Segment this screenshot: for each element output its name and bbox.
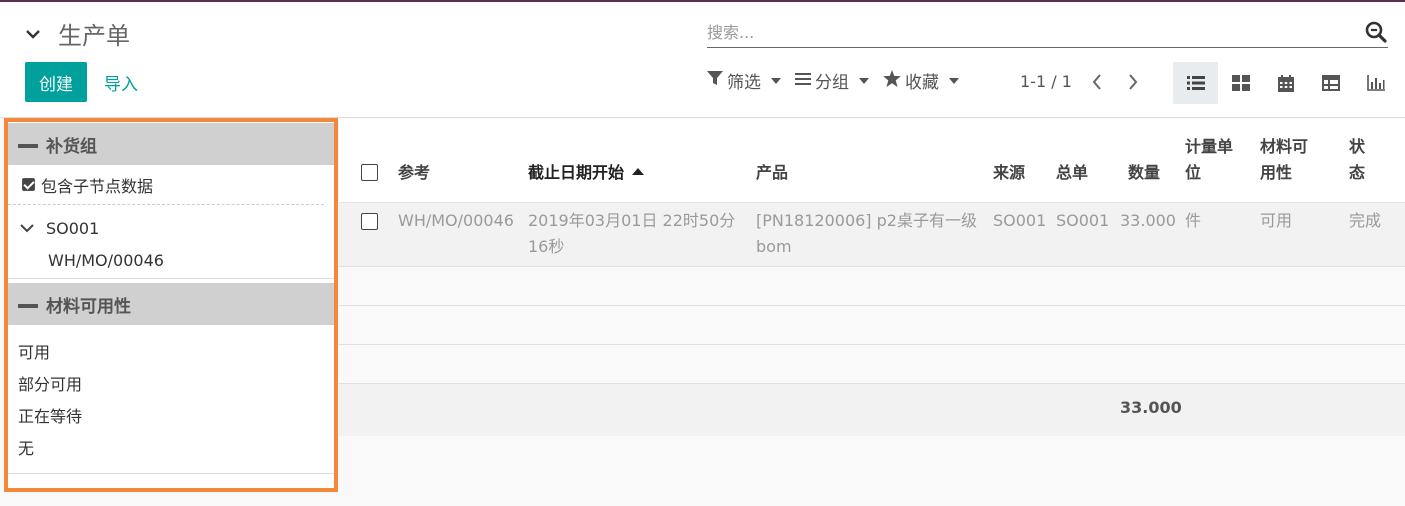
filter-bar: 筛选 分组 收藏 bbox=[707, 68, 959, 93]
list-item[interactable]: 可用 bbox=[18, 335, 334, 367]
pager-previous-button[interactable] bbox=[1086, 70, 1108, 94]
list-table: 参考 截止日期开始 产品 来源 总单 数量 计量单位 材料可用性 状态 WH/M… bbox=[339, 119, 1405, 436]
cell-deadline: 2019年03月01日 22时50分 16秒 bbox=[528, 208, 735, 260]
search-panel-section-header: 材料可用性 bbox=[8, 283, 334, 325]
graph-view-icon[interactable] bbox=[1353, 62, 1398, 104]
view-switcher bbox=[1173, 62, 1398, 104]
list-view-icon[interactable] bbox=[1173, 62, 1218, 104]
select-all-checkbox[interactable] bbox=[361, 164, 378, 181]
total-qty: 33.000 bbox=[1120, 398, 1182, 417]
create-button[interactable]: 创建 bbox=[25, 62, 87, 102]
filter-icon bbox=[707, 70, 723, 91]
column-header-origin[interactable]: 总单 bbox=[1056, 160, 1088, 186]
column-header-uom[interactable]: 计量单位 bbox=[1185, 134, 1233, 186]
empty-row bbox=[339, 306, 1405, 345]
column-header-label: 计量单 bbox=[1185, 137, 1234, 156]
cell-source: SO001 bbox=[993, 211, 1047, 230]
column-header-label: 态 bbox=[1349, 163, 1366, 182]
column-header-label: 用性 bbox=[1260, 163, 1293, 182]
cell-state: 完成 bbox=[1349, 211, 1382, 230]
groupby-dropdown[interactable]: 分组 bbox=[795, 68, 869, 93]
search-panel-section-header: 补货组 bbox=[8, 123, 334, 165]
pager-next-button[interactable] bbox=[1122, 70, 1144, 94]
filter-label: 筛选 bbox=[727, 73, 761, 93]
control-panel: 生产单 创建 导入 筛选 分组 收藏 1-1 / 1 bbox=[0, 2, 1405, 118]
groupby-label: 分组 bbox=[815, 73, 849, 93]
cell-uom: 件 bbox=[1185, 211, 1202, 230]
cell-text: 2019年03月01日 22时50分 bbox=[528, 211, 736, 230]
include-children-checkbox[interactable]: 包含子节点数据 bbox=[8, 165, 324, 205]
cell-origin: SO001 bbox=[1056, 211, 1110, 230]
star-icon bbox=[883, 69, 901, 92]
empty-row bbox=[339, 267, 1405, 306]
table-row[interactable]: WH/MO/00046 2019年03月01日 22时50分 16秒 [PN181… bbox=[339, 203, 1405, 267]
cell-ref: WH/MO/00046 bbox=[398, 211, 514, 230]
kanban-view-icon[interactable] bbox=[1218, 62, 1263, 104]
column-header-deadline[interactable]: 截止日期开始 bbox=[528, 160, 645, 186]
list-item[interactable]: 正在等待 bbox=[18, 399, 334, 431]
favorites-dropdown[interactable]: 收藏 bbox=[883, 68, 959, 93]
column-header-label: 截止日期开始 bbox=[528, 163, 625, 182]
tree-node[interactable]: SO001 bbox=[8, 207, 334, 249]
cell-text: 16秒 bbox=[528, 237, 565, 256]
cell-product: [PN18120006] p2桌子有一级 bom bbox=[756, 208, 977, 260]
tree-leaf[interactable]: WH/MO/00046 bbox=[8, 249, 334, 279]
caret-down-icon bbox=[859, 77, 869, 84]
table-footer: 33.000 bbox=[339, 384, 1405, 436]
cell-qty: 33.000 bbox=[1120, 211, 1176, 230]
section-title: 材料可用性 bbox=[46, 296, 131, 317]
sort-asc-icon bbox=[632, 168, 645, 175]
favorites-label: 收藏 bbox=[905, 73, 939, 93]
cell-text: bom bbox=[756, 237, 792, 256]
caret-down-icon bbox=[949, 77, 959, 84]
column-header-ref[interactable]: 参考 bbox=[398, 160, 430, 186]
chevron-down-icon[interactable] bbox=[22, 23, 44, 45]
chevron-right-icon bbox=[1129, 74, 1138, 90]
filter-dropdown[interactable]: 筛选 bbox=[707, 68, 781, 93]
column-header-availability[interactable]: 材料可 用性 bbox=[1260, 134, 1308, 186]
list-item[interactable]: 部分可用 bbox=[18, 367, 334, 399]
minus-icon bbox=[18, 304, 38, 308]
search-icon[interactable] bbox=[1364, 20, 1388, 44]
column-header-state[interactable]: 状态 bbox=[1349, 134, 1365, 186]
table-header: 参考 截止日期开始 产品 来源 总单 数量 计量单位 材料可用性 状态 bbox=[339, 119, 1405, 203]
row-checkbox[interactable] bbox=[361, 213, 378, 230]
checkbox-checked-icon[interactable] bbox=[22, 178, 35, 191]
page-title: 生产单 bbox=[58, 22, 130, 50]
cell-text: [PN18120006] p2桌子有一级 bbox=[756, 211, 977, 230]
column-header-qty[interactable]: 数量 bbox=[1128, 160, 1160, 186]
list-item[interactable]: 无 bbox=[18, 431, 334, 463]
search-input[interactable] bbox=[707, 18, 1347, 46]
minus-icon bbox=[18, 144, 38, 148]
search-bar bbox=[707, 18, 1388, 48]
import-button[interactable]: 导入 bbox=[104, 62, 138, 102]
search-panel: 补货组 包含子节点数据 SO001 WH/MO/00046 材料可用性 可用 部… bbox=[4, 118, 338, 492]
pager-value[interactable]: 1-1 / 1 bbox=[1020, 72, 1072, 91]
list-icon bbox=[795, 71, 811, 91]
chevron-down-icon[interactable] bbox=[18, 219, 36, 237]
pivot-view-icon[interactable] bbox=[1308, 62, 1353, 104]
caret-down-icon bbox=[771, 77, 781, 84]
column-header-label: 状 bbox=[1349, 137, 1366, 156]
column-header-label: 材料可 bbox=[1260, 137, 1309, 156]
tree-node-label: SO001 bbox=[46, 218, 100, 238]
empty-row bbox=[339, 345, 1405, 384]
column-header-product[interactable]: 产品 bbox=[756, 160, 788, 186]
section-title: 补货组 bbox=[46, 136, 97, 157]
availability-list: 可用 部分可用 正在等待 无 bbox=[8, 325, 334, 474]
cell-availability: 可用 bbox=[1260, 211, 1293, 230]
chevron-left-icon bbox=[1092, 74, 1101, 90]
column-header-source[interactable]: 来源 bbox=[993, 160, 1025, 186]
calendar-view-icon[interactable] bbox=[1263, 62, 1308, 104]
checkbox-label: 包含子节点数据 bbox=[41, 176, 154, 196]
column-header-label: 位 bbox=[1185, 163, 1202, 182]
breadcrumb: 生产单 bbox=[22, 16, 130, 51]
